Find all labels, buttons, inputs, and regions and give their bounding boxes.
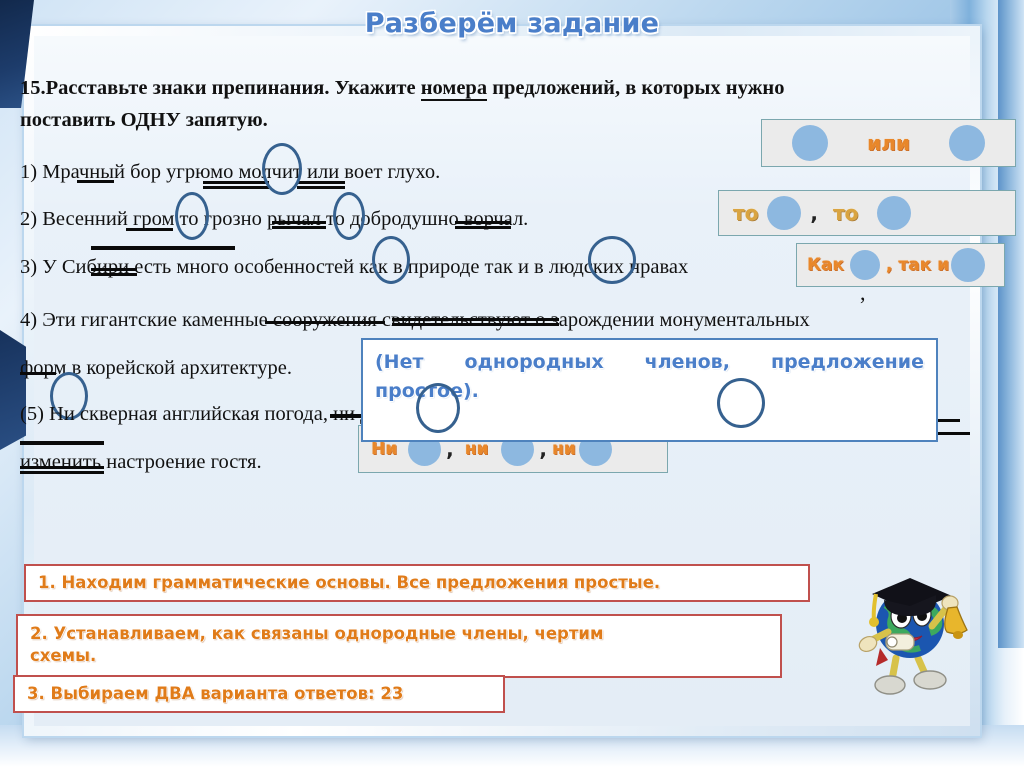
double-underline-mark	[272, 221, 326, 229]
scheme-conjunction-ni-2: ни	[464, 439, 489, 459]
task-statement-line-2: поставить ОДНУ запятую.	[20, 109, 268, 131]
step-callout-2[interactable]: 2. Устанавливаем, как связаны однородные…	[16, 614, 782, 678]
scheme-dot	[877, 196, 912, 230]
step-callout-3-text: 3. Выбираем ДВА варианта ответов: 23	[27, 683, 404, 703]
overline-mark	[20, 441, 104, 445]
task-text-underlined: номера	[420, 77, 488, 101]
hand-drawn-circle	[372, 236, 410, 284]
step-callout-1-text: 1. Находим грамматические основы. Все пр…	[38, 572, 661, 592]
globe-mascot-graphic	[858, 578, 968, 695]
scheme-dot	[767, 196, 802, 230]
strikethrough-mark	[265, 321, 385, 324]
scheme-conjunction-kak: Как	[807, 255, 844, 275]
corner-decoration-middle-left	[0, 330, 26, 450]
hand-drawn-circle	[175, 192, 209, 240]
double-underline-mark	[20, 466, 104, 474]
double-underline-mark	[203, 181, 269, 189]
scheme-to-to[interactable]: то , то	[718, 190, 1016, 236]
hand-drawn-circle	[416, 383, 460, 433]
page-title: Разберём задание	[364, 8, 660, 39]
task-text-b: предложений, в которых нужно	[487, 77, 785, 99]
hand-drawn-circle	[588, 236, 636, 284]
scheme-conjunction-or: или	[867, 131, 910, 155]
overline-mark	[91, 246, 235, 250]
scheme-conjunction-to-2: то	[832, 201, 859, 225]
scheme-dot	[950, 248, 985, 282]
task-number: 15.	[20, 77, 46, 99]
step-callout-1[interactable]: 1. Находим грамматические основы. Все пр…	[24, 564, 810, 602]
double-underline-mark	[392, 318, 559, 326]
scheme-conjunction-to-1: то	[733, 201, 759, 225]
scheme-or[interactable]: или	[761, 119, 1016, 167]
double-underline-mark	[297, 181, 345, 189]
step-callout-2-text: 2. Устанавливаем, как связаны однородные…	[30, 624, 604, 666]
underline-mark	[20, 372, 56, 375]
underline-mark	[126, 228, 173, 231]
task-statement-line-1: 15.Расставьте знаки препинания. Укажите …	[20, 77, 785, 101]
slide-canvas: Разберём задание 15.Расставьте знаки пре…	[0, 0, 1024, 767]
task-text-a: Расставьте знаки препинания. Укажите	[45, 77, 421, 99]
double-underline-mark	[455, 221, 511, 229]
hand-drawn-circle	[333, 192, 365, 240]
scheme-kak-tak-i[interactable]: Как , так и	[796, 243, 1005, 287]
scheme-conjunction-tak-i: , так и	[885, 255, 949, 275]
scheme-conjunction-ni-1: Ни	[371, 439, 398, 459]
underline-mark	[77, 180, 114, 183]
right-gradient-band-inner	[998, 0, 1024, 648]
scheme-comma: ,	[810, 201, 818, 225]
hand-drawn-circle	[262, 143, 302, 195]
scheme-dot	[949, 125, 986, 161]
step-callout-3[interactable]: 3. Выбираем ДВА варианта ответов: 23	[13, 675, 505, 713]
scheme-conjunction-ni-3: ни	[552, 439, 576, 459]
double-underline-mark	[91, 268, 137, 276]
scheme-dot	[791, 125, 828, 161]
hand-drawn-circle	[717, 378, 765, 428]
scheme-dot	[849, 250, 880, 280]
